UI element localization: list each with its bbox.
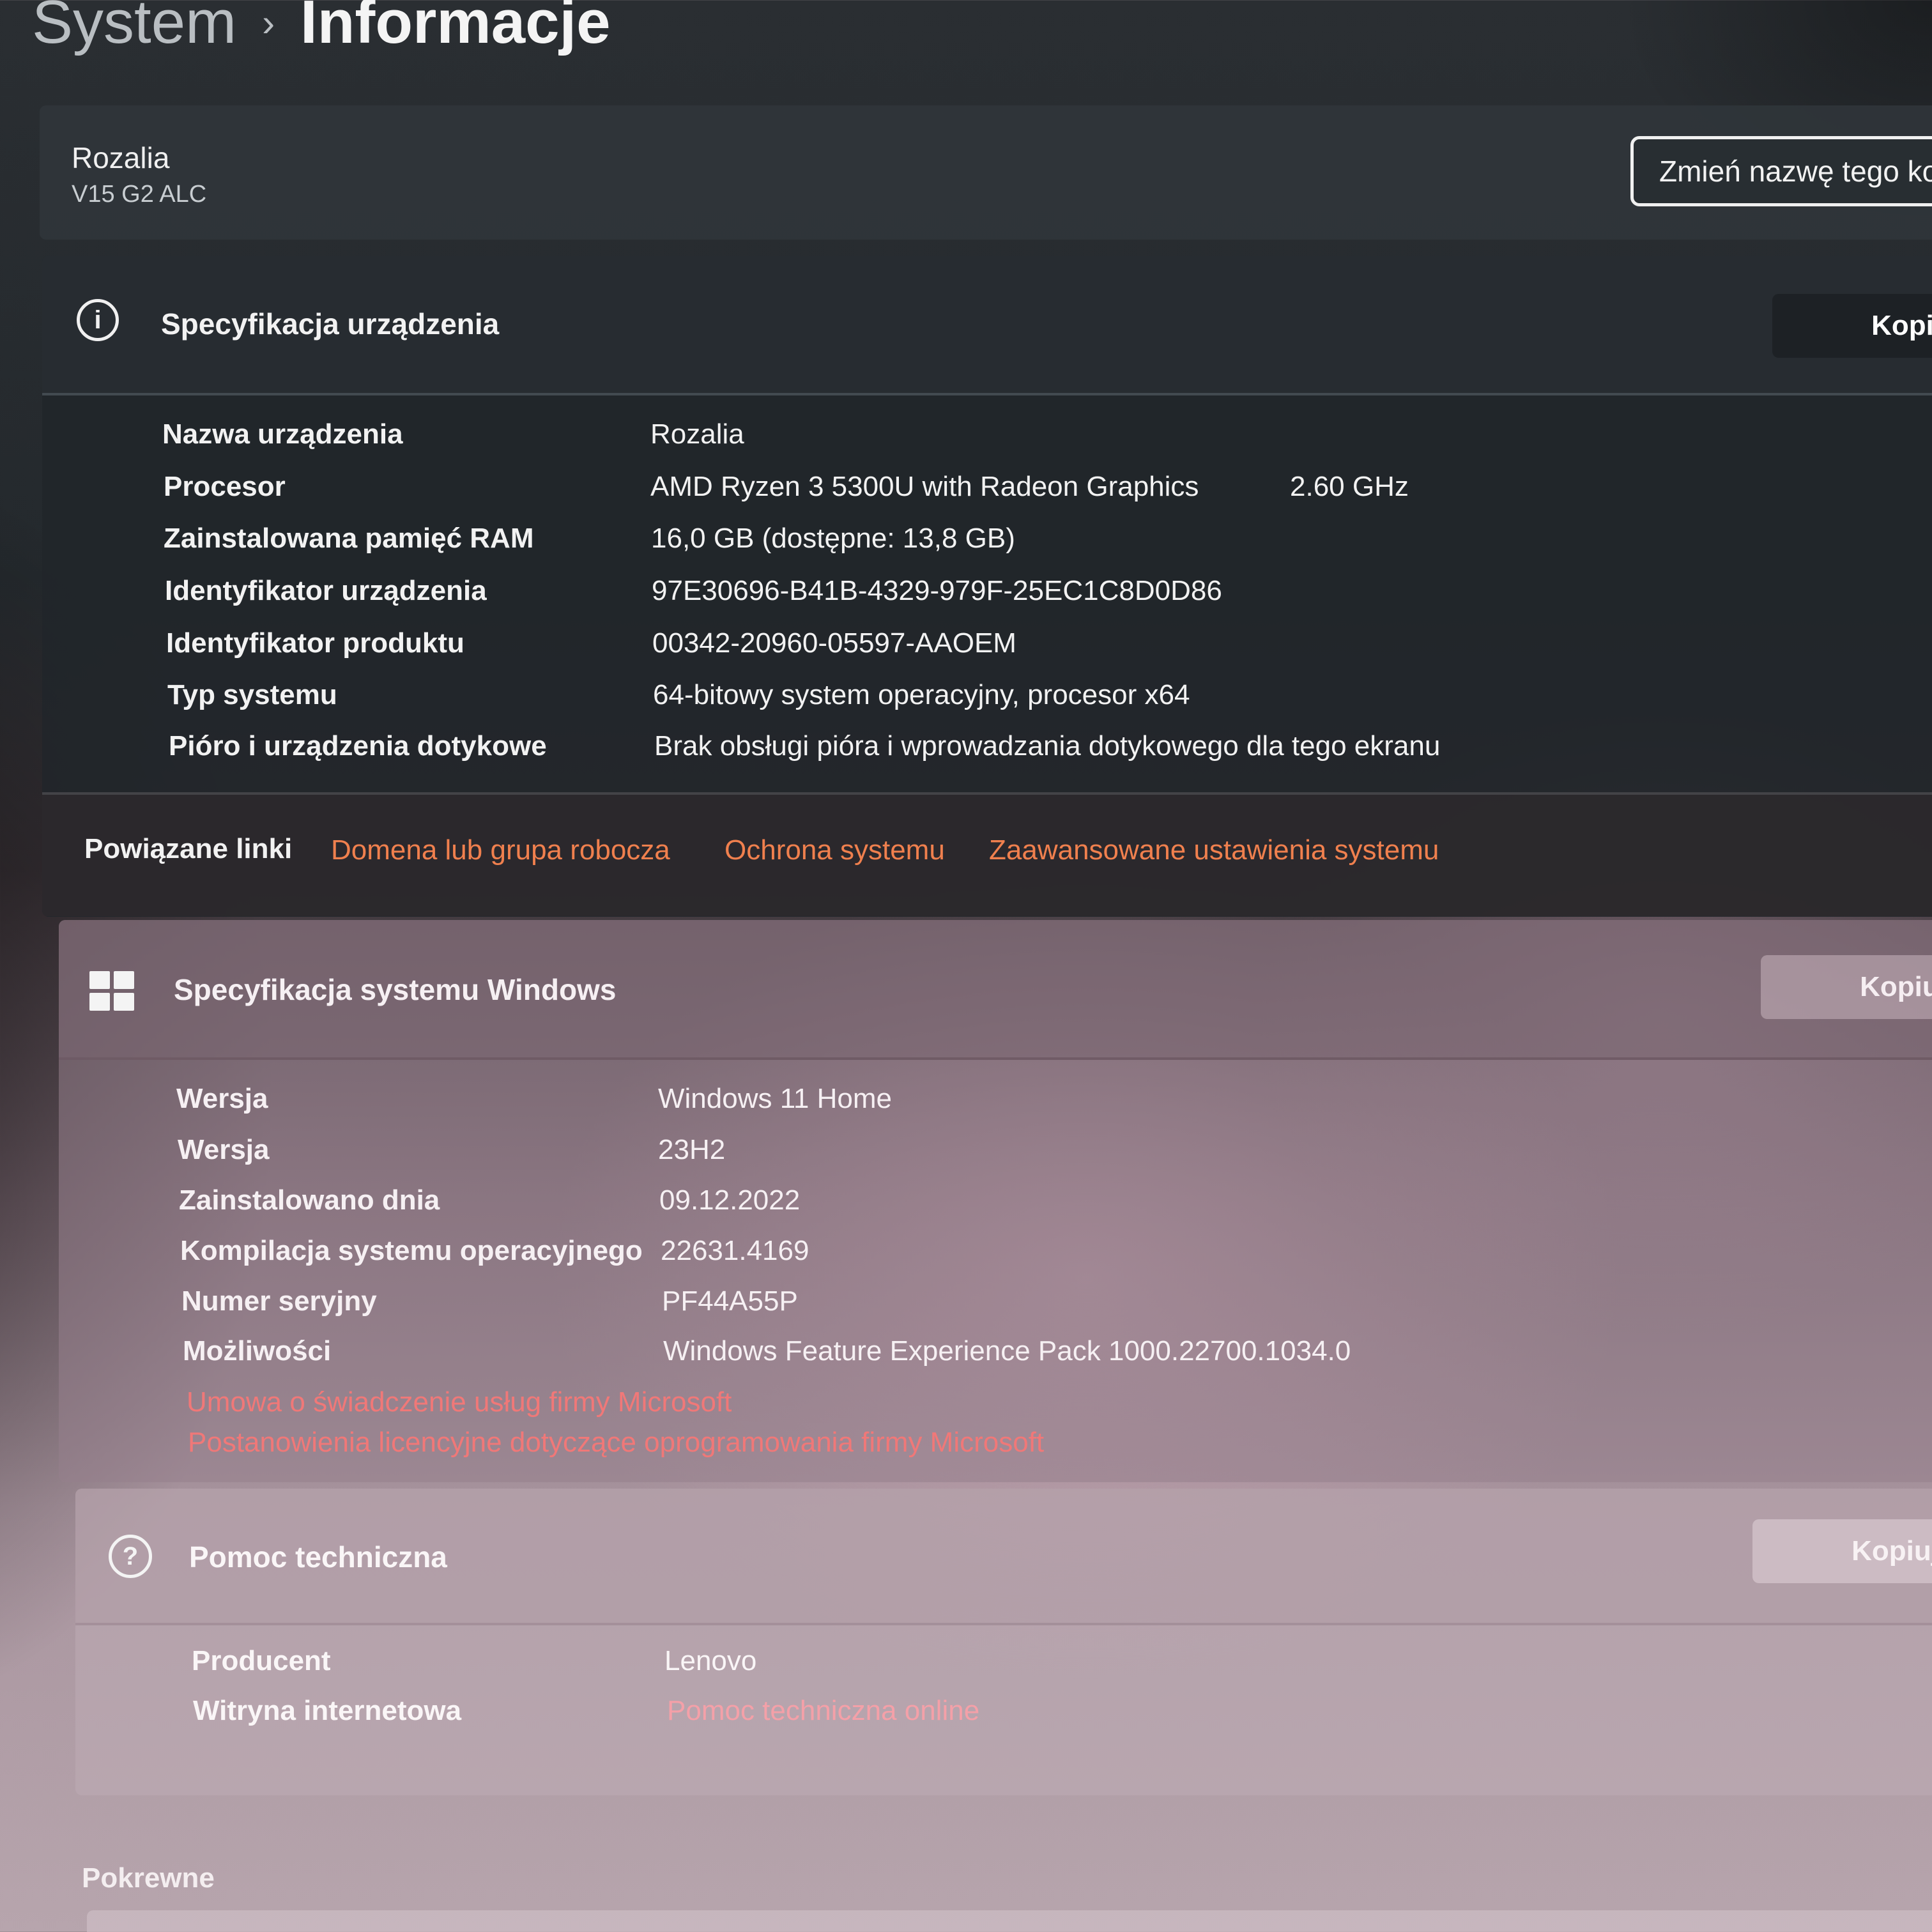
spec-label: Zainstalowana pamięć RAM	[164, 523, 534, 554]
chevron-right-icon: ›	[262, 1, 275, 44]
device-spec-section: i Specyfikacja urządzenia Kopiuj Nazwa u…	[42, 256, 1932, 917]
device-model: V15 G2 ALC	[72, 181, 207, 208]
spec-label: Pióro i urządzenia dotykowe	[169, 730, 547, 762]
spec-value: 09.12.2022	[659, 1184, 801, 1216]
spec-label: Wersja	[178, 1134, 270, 1165]
device-name: Rozalia	[72, 141, 170, 174]
link-system-protection[interactable]: Ochrona systemu	[724, 834, 945, 866]
windows-spec-title: Specyfikacja systemu Windows	[174, 973, 617, 1006]
link-online-support[interactable]: Pomoc techniczna online	[667, 1695, 979, 1727]
spec-label: Numer seryjny	[181, 1285, 377, 1317]
spec-label: Zainstalowano dnia	[179, 1184, 440, 1216]
support-copy-button[interactable]: Kopiuj	[1752, 1519, 1932, 1583]
rename-pc-button[interactable]: Zmień nazwę tego ko	[1630, 136, 1932, 206]
spec-label: Witryna internetowa	[193, 1695, 462, 1726]
spec-label: Kompilacja systemu operacyjnego	[180, 1235, 643, 1266]
windows-spec-copy-button[interactable]: Kopiuj	[1761, 955, 1932, 1019]
related-links-title: Powiązane linki	[84, 833, 293, 864]
spec-value-extra: 2.60 GHz	[1290, 471, 1409, 502]
info-icon: i	[77, 299, 119, 341]
link-domain-workgroup[interactable]: Domena lub grupa robocza	[331, 834, 670, 866]
spec-label: Nazwa urządzenia	[162, 418, 403, 450]
link-advanced-system-settings[interactable]: Zaawansowane ustawienia systemu	[989, 834, 1439, 866]
related-settings-card[interactable]	[87, 1910, 1932, 1932]
spec-value: 22631.4169	[661, 1235, 809, 1266]
spec-label: Procesor	[164, 471, 286, 502]
device-spec-header[interactable]: i Specyfikacja urządzenia	[42, 256, 1932, 395]
windows-logo-icon	[89, 971, 134, 1011]
spec-label: Producent	[192, 1645, 331, 1676]
support-title: Pomoc techniczna	[189, 1540, 447, 1574]
link-microsoft-license-terms[interactable]: Postanowienia licencyjne dotyczące oprog…	[188, 1427, 1044, 1459]
breadcrumb: System › Informacje	[32, 0, 611, 57]
spec-label: Identyfikator produktu	[166, 627, 464, 659]
windows-spec-section: Specyfikacja systemu Windows Kopiuj Wers…	[59, 920, 1932, 1482]
related-links-bar: Powiązane linki Domena lub grupa robocza…	[42, 792, 1932, 916]
spec-value: 64-bitowy system operacyjny, procesor x6…	[653, 679, 1190, 710]
spec-value: Lenovo	[664, 1645, 757, 1676]
link-microsoft-services-agreement[interactable]: Umowa o świadczenie usług firmy Microsof…	[187, 1386, 732, 1418]
device-spec-copy-button[interactable]: Kopiuj	[1772, 294, 1932, 358]
spec-value: Rozalia	[650, 418, 744, 450]
spec-label: Wersja	[176, 1083, 268, 1114]
spec-value: PF44A55P	[662, 1285, 798, 1317]
device-spec-title: Specyfikacja urządzenia	[161, 307, 500, 341]
spec-value: 23H2	[658, 1134, 726, 1165]
spec-value: Brak obsługi pióra i wprowadzania dotyko…	[654, 730, 1441, 762]
spec-value: AMD Ryzen 3 5300U with Radeon Graphics	[650, 471, 1199, 502]
spec-value: Windows 11 Home	[658, 1083, 892, 1114]
windows-spec-header[interactable]: Specyfikacja systemu Windows	[59, 920, 1932, 1060]
page-title: Informacje	[300, 0, 611, 56]
support-header[interactable]: ? Pomoc techniczna	[75, 1489, 1932, 1625]
spec-label: Możliwości	[183, 1335, 332, 1367]
spec-value: 97E30696-B41B-4329-979F-25EC1C8D0D86	[652, 575, 1222, 606]
spec-label: Identyfikator urządzenia	[165, 575, 487, 606]
spec-value: 00342-20960-05597-AAOEM	[652, 627, 1016, 659]
spec-label: Typ systemu	[167, 679, 337, 710]
help-icon: ?	[109, 1535, 152, 1578]
support-section: ? Pomoc techniczna Kopiuj Producent Leno…	[75, 1489, 1932, 1795]
related-settings-title: Pokrewne	[82, 1862, 215, 1894]
breadcrumb-system[interactable]: System	[32, 0, 236, 57]
device-name-card: Rozalia V15 G2 ALC Zmień nazwę tego ko	[40, 105, 1932, 240]
spec-value: 16,0 GB (dostępne: 13,8 GB)	[651, 523, 1015, 554]
spec-value: Windows Feature Experience Pack 1000.227…	[663, 1335, 1351, 1367]
